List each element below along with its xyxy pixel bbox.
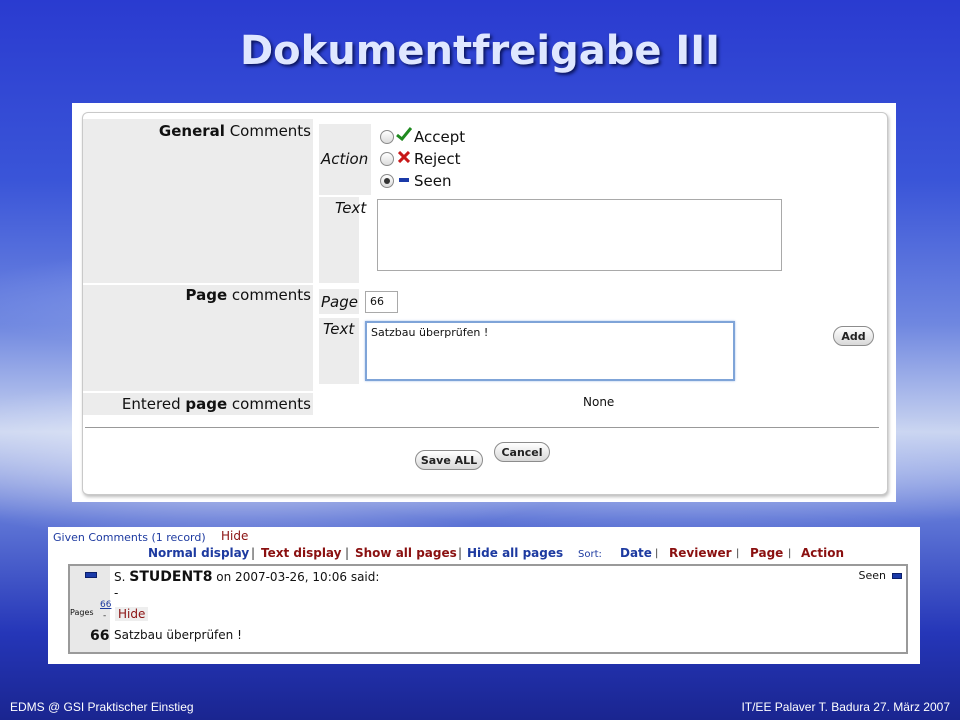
separator: | [251,546,256,560]
reject-radio[interactable] [380,152,394,166]
comment-page-text: Satzbau überprüfen ! [114,628,242,642]
accept-label: Accept [414,128,466,146]
page-number-input[interactable]: 66 [365,291,398,313]
divider [85,427,879,428]
page-comment-textarea[interactable]: Satzbau überprüfen ! [365,321,735,381]
review-form-panel: General Comments Action Accept Reject Se… [72,103,896,502]
show-all-pages-link[interactable]: Show all pages [355,546,457,560]
save-all-button[interactable]: Save ALL [415,450,483,470]
review-form: General Comments Action Accept Reject Se… [82,112,888,495]
separator: | [345,546,350,560]
page-dash: - [103,611,107,621]
hide-all-pages-link[interactable]: Hide all pages [467,546,563,560]
red-x-icon [398,151,410,163]
author-name: STUDENT8 [129,569,213,585]
action-label: Action [321,150,369,168]
sort-action-link[interactable]: Action [801,546,844,560]
entered-page-comments-label: Entered page comments [121,395,311,413]
sort-date-link[interactable]: Date [620,546,652,560]
normal-display-link[interactable]: Normal display [148,546,249,560]
comment-general-text: - [114,586,119,600]
blue-dash-icon [85,572,97,578]
page-hide-link[interactable]: Hide [115,607,149,621]
comment-author-line: S. STUDENT8 on 2007-03-26, 10:06 said: [114,569,379,585]
comment-entry: S. STUDENT8 on 2007-03-26, 10:06 said: S… [68,564,908,654]
general-comments-label-cell [83,119,313,283]
footer-left: EDMS @ GSI Praktischer Einstieg [10,700,194,714]
accept-radio[interactable] [380,130,394,144]
green-check-icon [396,127,412,141]
blue-dash-icon [399,178,409,182]
given-comments-header: Given Comments (1 record) [53,531,206,544]
text-display-link[interactable]: Text display [261,546,341,560]
seen-radio[interactable] [380,174,394,188]
slide-title: Dokumentfreigabe III [239,28,721,74]
general-comments-label: General Comments [158,122,311,140]
hide-comments-link[interactable]: Hide [221,529,248,543]
general-text-label: Text [335,199,367,217]
seen-label: Seen [414,172,452,190]
comment-date: on 2007-03-26, 10:06 said: [216,570,380,584]
entered-comments-value: None [583,395,615,409]
comment-page-number: 66 [90,628,110,644]
page-66-link[interactable]: 66 [100,600,111,610]
sort-page-link[interactable]: Page [750,546,783,560]
sort-reviewer-link[interactable]: Reviewer [669,546,732,560]
cancel-button[interactable]: Cancel [494,442,550,462]
page-comments-label: Page comments [185,286,311,304]
sort-label: Sort: [578,549,602,560]
separator: | [655,548,659,559]
page-text-label: Text [323,320,355,338]
reject-label: Reject [414,150,461,168]
pages-label: Pages [70,608,94,617]
page-label: Page [321,293,358,311]
author-prefix: S. [114,570,126,584]
blue-dash-icon [892,573,902,579]
separator: | [458,546,463,560]
separator: | [736,548,740,559]
comment-status: Seen [858,569,887,582]
footer-right: IT/EE Palaver T. Badura 27. März 2007 [741,700,950,714]
separator: | [788,548,792,559]
general-comment-textarea[interactable] [377,199,782,271]
given-comments-panel: Given Comments (1 record) Hide Normal di… [48,527,920,664]
add-button[interactable]: Add [833,326,874,346]
